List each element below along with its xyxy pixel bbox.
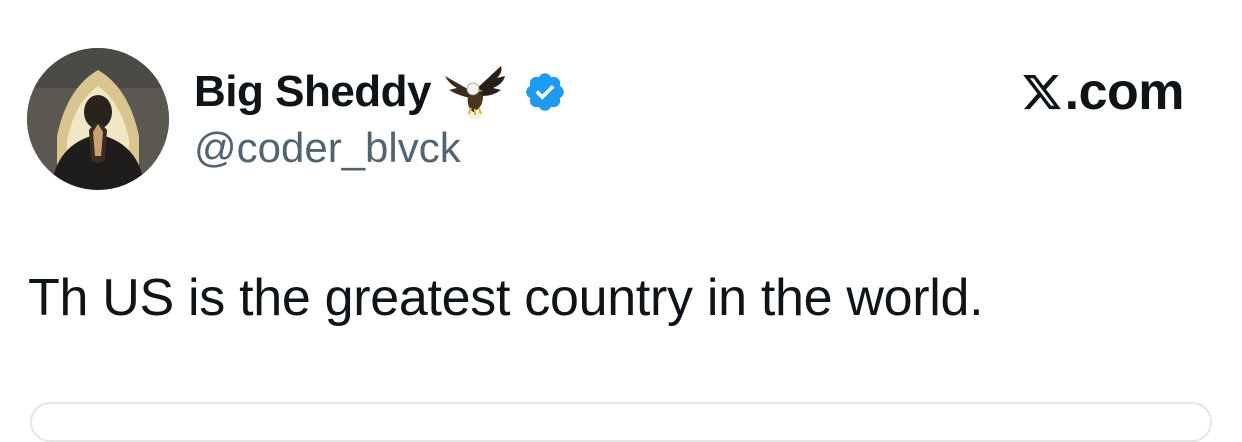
author-name-row: Big Sheddy — [194, 60, 567, 124]
avatar-icon — [27, 48, 169, 190]
author-display-name[interactable]: Big Sheddy — [194, 67, 432, 117]
tweet-text: Th US is the greatest country in the wor… — [28, 269, 984, 327]
author-handle[interactable]: @coder_blvck — [194, 124, 461, 172]
tweet-card: Big Sheddy @coder_blvck .com Th US is th… — [0, 0, 1242, 442]
eagle-icon — [443, 62, 507, 122]
x-com-logo: .com — [1020, 62, 1185, 122]
x-logo-icon — [1020, 71, 1064, 113]
verified-badge-icon[interactable] — [523, 70, 567, 114]
brand-domain-text: .com — [1064, 63, 1185, 121]
avatar[interactable] — [27, 48, 169, 190]
embedded-card[interactable] — [30, 402, 1212, 442]
